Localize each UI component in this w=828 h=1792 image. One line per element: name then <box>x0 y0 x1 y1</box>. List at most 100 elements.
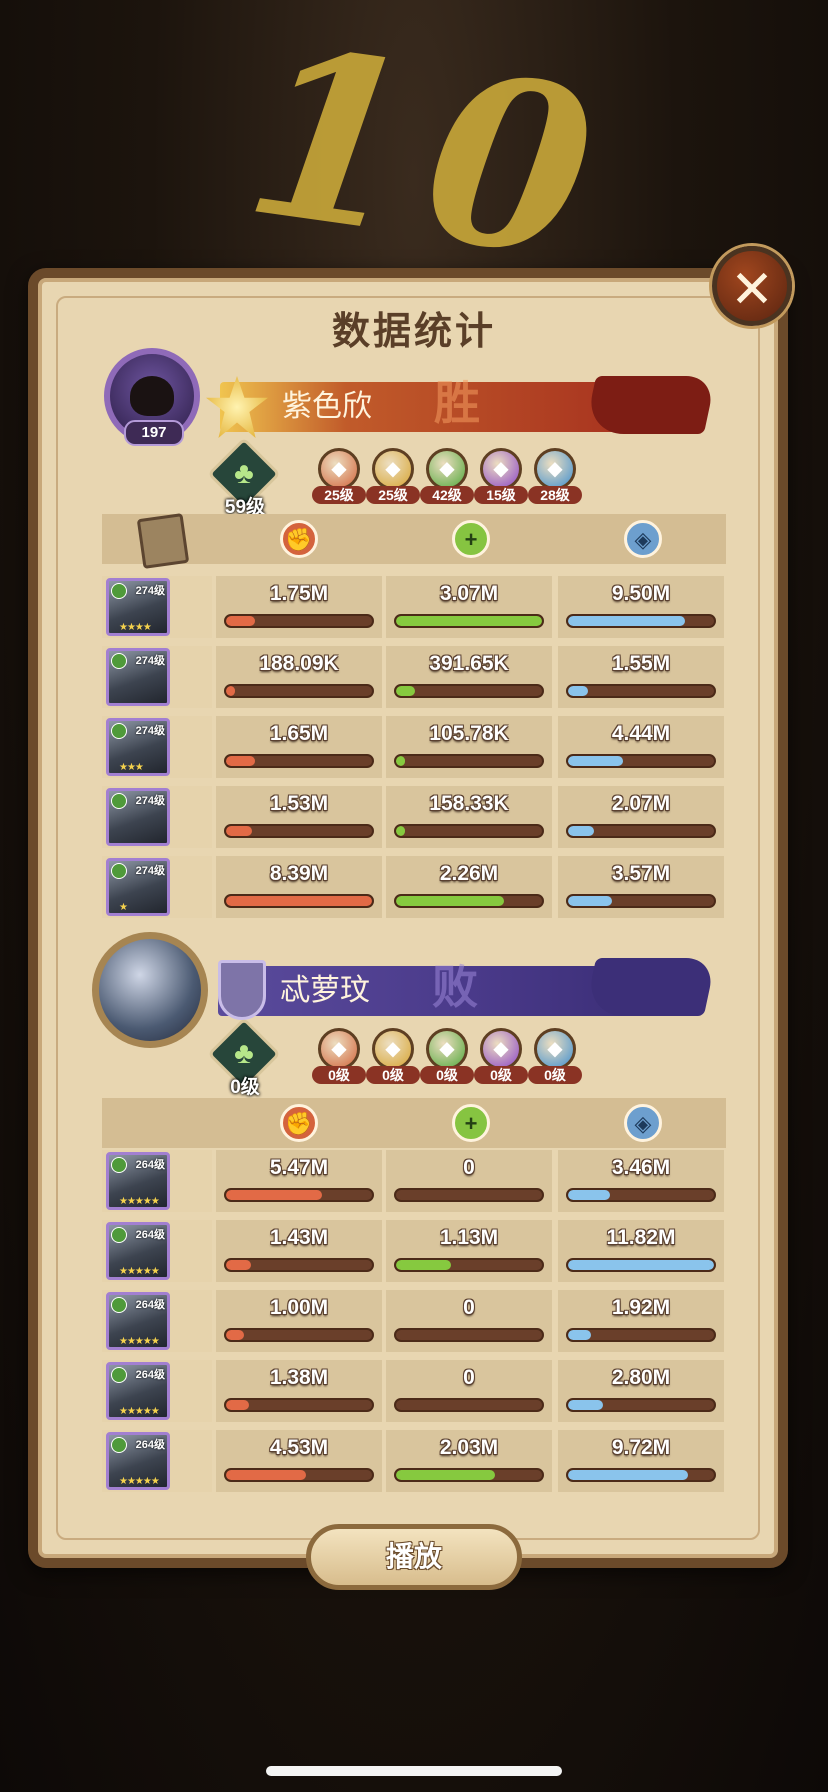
celestial-icon: ◆ <box>534 448 576 490</box>
damage-value: 1.53M <box>269 792 329 815</box>
heal-cell: 2.26M <box>386 856 552 918</box>
mauler-icon: ◆ <box>372 448 414 490</box>
tree-level: 0级 <box>230 1077 260 1098</box>
tank-cell: 1.92M <box>558 1290 724 1352</box>
tank-bar <box>566 1328 716 1342</box>
faction-icon <box>111 1227 127 1243</box>
hero-portrait[interactable]: 264级 ★★★★★ <box>106 1222 170 1280</box>
heal-bar <box>394 824 544 838</box>
hero-portrait-cell: 274级 ★★★ <box>102 716 212 778</box>
hero-level: 274级 <box>135 725 165 737</box>
player-banner-loser: 忒萝玟 败 <box>218 962 638 1016</box>
tank-value: 1.55M <box>611 652 671 675</box>
hero-portrait[interactable]: 274级 <box>106 648 170 706</box>
faction-icon <box>111 723 127 739</box>
heal-bar-fill <box>396 1470 496 1480</box>
hero-portrait-cell: 274级 ★ <box>102 856 212 918</box>
tank-value: 11.82M <box>606 1226 676 1249</box>
tank-cell: 3.46M <box>558 1150 724 1212</box>
heal-bar-fill <box>396 826 405 836</box>
heal-value: 3.07M <box>439 582 499 605</box>
faction-level: 25级 <box>366 486 420 504</box>
damage-bar-fill <box>226 756 256 766</box>
tank-bar-fill <box>568 686 589 696</box>
tank-bar-fill <box>568 756 624 766</box>
player-name: 紫色欣 <box>282 390 372 423</box>
faction-level: 0级 <box>528 1066 582 1084</box>
panel-title: 数据统计 <box>331 311 496 353</box>
play-button[interactable]: 播放 <box>306 1524 522 1590</box>
hero-stars: ★ <box>119 902 128 913</box>
heal-bar <box>394 894 544 908</box>
tank-value: 3.46M <box>611 1156 671 1179</box>
tank-cell: 2.80M <box>558 1360 724 1422</box>
tank-bar-fill <box>568 1330 592 1340</box>
banner-ribbon <box>583 376 717 434</box>
heal-value: 105.78K <box>429 722 509 745</box>
hero-portrait-cell: 264级 ★★★★★ <box>102 1360 212 1422</box>
damage-bar <box>224 684 374 698</box>
hero-portrait[interactable]: 274级 ★★★ <box>106 718 170 776</box>
mauler-icon: ◆ <box>372 1028 414 1070</box>
tank-bar-fill <box>568 896 612 906</box>
hero-portrait-cell: 274级 ★★★★ <box>102 576 212 638</box>
hero-level: 264级 <box>135 1369 165 1381</box>
hero-level: 274级 <box>135 585 165 597</box>
shield-icon: ◈ <box>624 520 662 558</box>
avatar-image <box>130 376 174 416</box>
heal-value: 158.33K <box>429 792 509 815</box>
hero-portrait[interactable]: 274级 <box>106 788 170 846</box>
hero-portrait[interactable]: 264级 ★★★★★ <box>106 1362 170 1420</box>
faction-icon <box>111 583 127 599</box>
faction-icon <box>111 1437 127 1453</box>
wilder-icon: ◆ <box>426 448 468 490</box>
damage-value: 1.75M <box>269 582 329 605</box>
heal-cell: 1.13M <box>386 1220 552 1282</box>
damage-bar-fill <box>226 896 372 906</box>
hero-portrait[interactable]: 274级 ★★★★ <box>106 578 170 636</box>
damage-value: 188.09K <box>259 652 339 675</box>
damage-bar-fill <box>226 1190 323 1200</box>
hero-row: 274级 ★★★★ 1.75M 3.07M 9.50M <box>102 576 726 638</box>
hero-portrait[interactable]: 264级 ★★★★★ <box>106 1152 170 1210</box>
hero-stars: ★★★★★ <box>119 1196 160 1207</box>
hero-portrait[interactable]: 264级 ★★★★★ <box>106 1292 170 1350</box>
banner-ribbon <box>583 958 717 1016</box>
graveborn-icon: ◆ <box>480 1028 522 1070</box>
hero-level: 264级 <box>135 1159 165 1171</box>
heal-value: 1.13M <box>439 1226 499 1249</box>
heal-bar-fill <box>396 1260 452 1270</box>
hero-portrait-cell: 274级 <box>102 786 212 848</box>
tank-bar-fill <box>568 616 685 626</box>
tank-bar-fill <box>568 1190 611 1200</box>
heal-icon: + <box>452 1104 490 1142</box>
hero-stars: ★★★★★ <box>119 1336 160 1347</box>
hero-level: 274级 <box>135 655 165 667</box>
damage-value: 5.47M <box>269 1156 329 1179</box>
tank-bar <box>566 824 716 838</box>
tank-cell: 9.50M <box>558 576 724 638</box>
celestial-icon: ◆ <box>534 1028 576 1070</box>
faction-icon <box>111 653 127 669</box>
damage-cell: 1.65M <box>216 716 382 778</box>
faction-level: 0级 <box>366 1066 420 1084</box>
tank-value: 9.72M <box>611 1436 671 1459</box>
heal-bar-fill <box>396 756 405 766</box>
faction-level: 25级 <box>312 486 366 504</box>
hero-level: 264级 <box>135 1299 165 1311</box>
tank-value: 3.57M <box>611 862 671 885</box>
tank-value: 2.80M <box>611 1366 671 1389</box>
heal-bar <box>394 754 544 768</box>
hero-portrait[interactable]: 274级 ★ <box>106 858 170 916</box>
home-indicator[interactable] <box>266 1766 562 1776</box>
heal-value: 2.03M <box>439 1436 499 1459</box>
tank-bar <box>566 754 716 768</box>
heal-value: 0 <box>463 1366 475 1389</box>
hero-portrait-cell: 264级 ★★★★★ <box>102 1290 212 1352</box>
hero-level: 274级 <box>135 865 165 877</box>
player-avatar[interactable] <box>92 932 208 1048</box>
lightbearer-icon: ◆ <box>318 448 360 490</box>
hero-portrait[interactable]: 264级 ★★★★★ <box>106 1432 170 1490</box>
heal-value: 2.26M <box>439 862 499 885</box>
heal-cell: 0 <box>386 1150 552 1212</box>
